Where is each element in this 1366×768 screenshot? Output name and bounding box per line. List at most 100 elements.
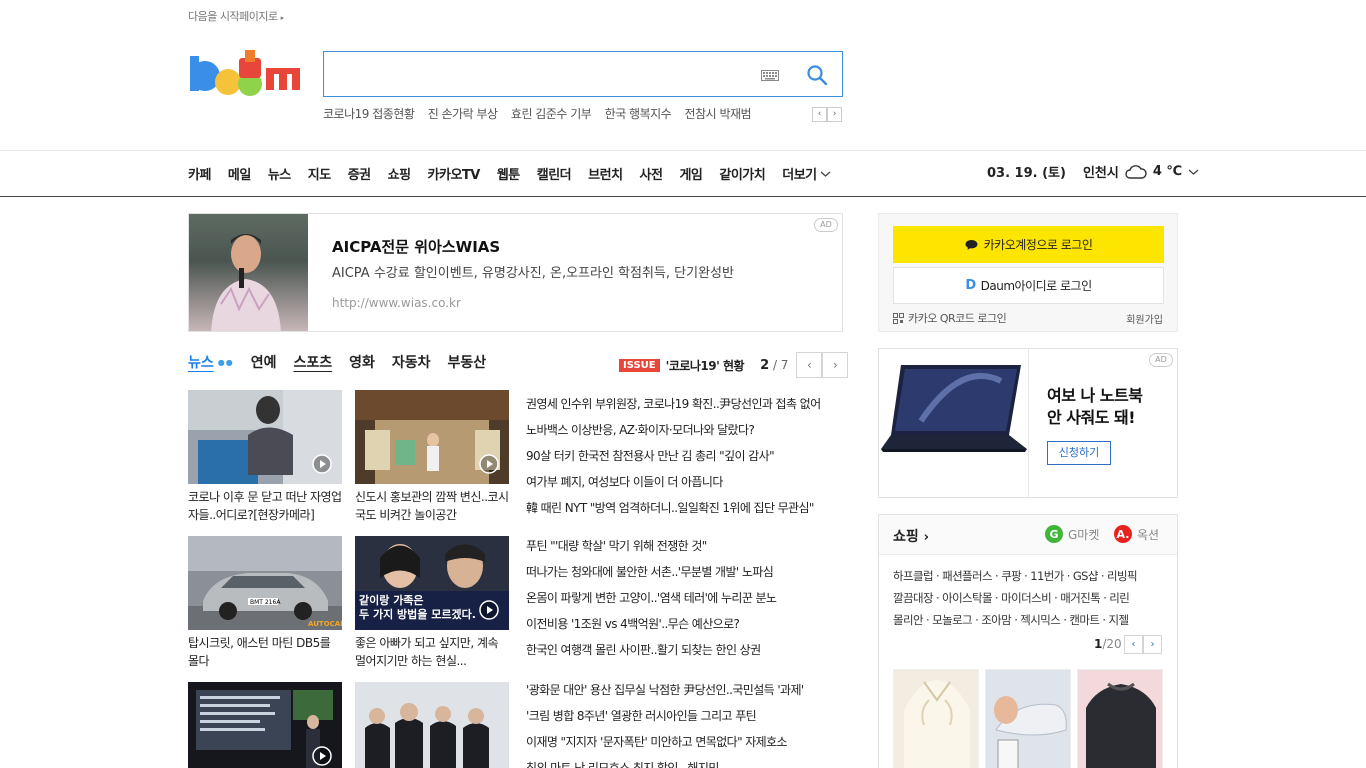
chevron-right-icon[interactable]: › bbox=[827, 107, 842, 122]
news-thumbnail-caption[interactable]: 좋은 아빠가 되고 싶지만, 계속 멀어지기만 하는 현실... bbox=[355, 634, 509, 670]
ad-title[interactable]: AICPA전문 위아스WIAS bbox=[332, 236, 500, 257]
shopping-box: 쇼핑 › G G마켓 A. 옥션 하프클럽 · 패션플러스 · 쿠팡 · 11번… bbox=[878, 514, 1178, 768]
person-image bbox=[211, 234, 281, 331]
shop-link-row[interactable]: 깔끔대장 · 아이스탁몰 · 마이더스비 · 매거진톡 · 리린 bbox=[893, 587, 1165, 609]
nav-item-webtoon[interactable]: 웹툰 bbox=[497, 164, 520, 183]
date-weather: 03. 19. (토) 인천시 4 ℃ bbox=[987, 162, 1199, 181]
tab-movie[interactable]: 영화 bbox=[349, 352, 375, 372]
nav-divider-bottom bbox=[0, 196, 1366, 197]
nav-item-dictionary[interactable]: 사전 bbox=[640, 164, 663, 183]
news-thumbnail-caption[interactable]: 코로나 이후 문 닫고 떠난 자영업자들..어디로?[현장카메라] bbox=[188, 488, 342, 524]
shop-link-row[interactable]: 몰리안 · 모놀로그 · 조아맘 · 젝시믹스 · 캔마트 · 지젤 bbox=[893, 609, 1165, 631]
news-thumbnail[interactable] bbox=[355, 390, 509, 484]
laptop-ad[interactable]: 여보 나 노트북 안 사줘도 돼! 신청하기 AD bbox=[878, 348, 1178, 498]
search-icon[interactable] bbox=[806, 64, 828, 86]
nav-item-news[interactable]: 뉴스 bbox=[268, 164, 291, 183]
cloud-icon bbox=[1125, 164, 1147, 179]
trending-keyword[interactable]: 전참시 박재범 bbox=[685, 107, 752, 121]
temperature: 4 ℃ bbox=[1152, 164, 1183, 179]
shopping-title[interactable]: 쇼핑 › bbox=[893, 526, 929, 546]
headline-link[interactable]: 여가부 폐지, 여성보다 이들이 더 아픕니다 bbox=[526, 469, 843, 495]
tab-realestate[interactable]: 부동산 bbox=[448, 352, 487, 372]
chevron-left-icon[interactable]: ‹ bbox=[796, 352, 823, 378]
laptop-image bbox=[881, 365, 1027, 452]
gmarket-icon: G bbox=[1045, 525, 1063, 543]
product-image[interactable] bbox=[893, 669, 979, 768]
qr-code-icon bbox=[893, 312, 904, 324]
page-current: 2 bbox=[760, 357, 770, 373]
trending-keyword[interactable]: 효린 김준수 기부 bbox=[511, 107, 592, 121]
product-image[interactable] bbox=[1077, 669, 1163, 768]
headline-link[interactable]: 권영세 인수위 부위원장, 코로나19 확진..尹당선인과 접촉 없어 bbox=[526, 391, 843, 417]
ad-divider bbox=[1028, 349, 1029, 497]
news-thumbnail-caption[interactable]: 탑시크릿, 애스턴 마틴 DB5를 몰다 bbox=[188, 634, 342, 670]
trending-nav: ‹ › bbox=[812, 107, 842, 122]
headline-link[interactable]: 푸틴 "'대량 학살' 막기 위해 전쟁한 것" bbox=[526, 533, 843, 559]
nav-item-brunch[interactable]: 브런치 bbox=[588, 164, 623, 183]
chevron-left-icon[interactable]: ‹ bbox=[1124, 635, 1143, 654]
nav-more-button[interactable]: 더보기 bbox=[782, 164, 831, 183]
chevron-down-icon[interactable] bbox=[1188, 168, 1199, 176]
chevron-down-icon bbox=[820, 171, 831, 177]
chevron-left-icon[interactable]: ‹ bbox=[812, 107, 827, 122]
chevron-right-icon[interactable]: › bbox=[1143, 635, 1162, 654]
signup-link[interactable]: 회원가입 bbox=[1126, 311, 1163, 326]
nav-item-cafe[interactable]: 카페 bbox=[188, 164, 211, 183]
trending-keyword[interactable]: 진 손가락 부상 bbox=[428, 107, 498, 121]
trending-keyword[interactable]: 한국 행복지수 bbox=[605, 107, 672, 121]
ad-banner[interactable]: AICPA전문 위아스WIAS AICPA 수강료 할인이벤트, 유명강사진, … bbox=[188, 213, 843, 332]
headline-link[interactable]: 노바백스 이상반응, AZ·화이자·모더나와 달랐다? bbox=[526, 417, 843, 443]
shopping-header: 쇼핑 › G G마켓 A. 옥션 bbox=[879, 515, 1177, 555]
auction-link[interactable]: A. 옥션 bbox=[1114, 525, 1159, 543]
news-thumbnail[interactable] bbox=[188, 682, 342, 768]
headline-link[interactable]: 이전비용 '1조원 vs 4백억원'..무슨 예산으로? bbox=[526, 611, 843, 637]
daum-logo[interactable] bbox=[188, 48, 306, 100]
issue-section: ISSUE '코로나19' 현황 2 / 7 ‹ › bbox=[619, 352, 849, 378]
nav-item-mail[interactable]: 메일 bbox=[228, 164, 251, 183]
news-thumbnail[interactable]: BMT 216A AUTOCAR bbox=[188, 536, 342, 630]
kakao-login-button[interactable]: 카카오계정으로 로그인 bbox=[893, 226, 1164, 263]
product-image[interactable] bbox=[985, 669, 1071, 768]
nav-item-map[interactable]: 지도 bbox=[308, 164, 331, 183]
nav-item-game[interactable]: 게임 bbox=[679, 164, 702, 183]
nav-item-together[interactable]: 같이가치 bbox=[719, 164, 765, 183]
start-page-link[interactable]: 다음을 시작페이지로 ▸ bbox=[188, 8, 284, 24]
nav-item-kakaotv[interactable]: 카카오TV bbox=[428, 164, 481, 183]
headline-link[interactable]: 침외 마트 난 리모호스 최지 할인...해지민 bbox=[526, 755, 843, 768]
keyboard-icon[interactable] bbox=[761, 70, 779, 81]
headline-link[interactable]: 韓 때린 NYT "방역 엄격하더니..일일확진 1위에 집단 무관심" bbox=[526, 495, 843, 521]
news-thumbnail[interactable] bbox=[188, 390, 342, 484]
tab-car[interactable]: 자동차 bbox=[392, 352, 431, 372]
ad-image bbox=[189, 214, 308, 331]
daum-login-button[interactable]: D Daum아이디로 로그인 bbox=[893, 267, 1164, 304]
tab-entertainment[interactable]: 연예 bbox=[251, 352, 277, 372]
apply-button[interactable]: 신청하기 bbox=[1047, 441, 1111, 465]
nav-item-calendar[interactable]: 캘린더 bbox=[537, 164, 572, 183]
issue-text[interactable]: '코로나19' 현황 bbox=[666, 357, 745, 374]
headline-link[interactable]: '크림 병합 8주년' 열광한 러시아인들 그리고 푸틴 bbox=[526, 703, 843, 729]
headline-link[interactable]: 한국인 여행객 몰린 사이판..활기 되찾는 한인 상권 bbox=[526, 637, 843, 663]
news-thumbnail[interactable] bbox=[355, 682, 509, 768]
play-icon bbox=[479, 454, 499, 474]
nav-item-stock[interactable]: 증권 bbox=[348, 164, 371, 183]
city-name[interactable]: 인천시 bbox=[1083, 162, 1119, 181]
search-input[interactable] bbox=[334, 60, 754, 88]
issue-page-counter: 2 / 7 bbox=[760, 358, 788, 373]
qr-login-link[interactable]: 카카오 QR코드 로그인 bbox=[893, 310, 1007, 326]
date-text: 03. 19. (토) bbox=[987, 166, 1066, 181]
headline-link[interactable]: 떠나가는 청와대에 불안한 서촌..'무분별 개발' 노파심 bbox=[526, 559, 843, 585]
shop-link-row[interactable]: 하프클럽 · 패션플러스 · 쿠팡 · 11번가 · GS샵 · 리빙픽 bbox=[893, 565, 1165, 587]
tab-sports[interactable]: 스포츠 bbox=[294, 352, 333, 372]
chevron-right-icon[interactable]: › bbox=[822, 352, 849, 378]
ad-url[interactable]: http://www.wias.co.kr bbox=[332, 296, 461, 310]
tab-news[interactable]: 뉴스 bbox=[188, 352, 214, 372]
gmarket-link[interactable]: G G마켓 bbox=[1045, 525, 1099, 543]
nav-item-shopping[interactable]: 쇼핑 bbox=[388, 164, 411, 183]
headline-link[interactable]: '광화문 대안' 용산 집무실 낙점한 尹당선인..국민설득 '과제' bbox=[526, 677, 843, 703]
headline-link[interactable]: 이재명 "지지자 '문자폭탄' 미안하고 면목없다" 자제호소 bbox=[526, 729, 843, 755]
headline-link[interactable]: 온몸이 파랗게 변한 고양이..'염색 테러'에 누리꾼 분노 bbox=[526, 585, 843, 611]
news-thumbnail[interactable]: 같이랑 가족은 두 가지 방법을 모르겠다. bbox=[355, 536, 509, 630]
trending-keyword[interactable]: 코로나19 접종현황 bbox=[323, 107, 415, 121]
news-thumbnail-caption[interactable]: 신도시 홍보관의 깜짝 변신..코시국도 비켜간 놀이공간 bbox=[355, 488, 509, 524]
headline-link[interactable]: 90살 터키 한국전 참전용사 만난 김 총리 "깊이 감사" bbox=[526, 443, 843, 469]
